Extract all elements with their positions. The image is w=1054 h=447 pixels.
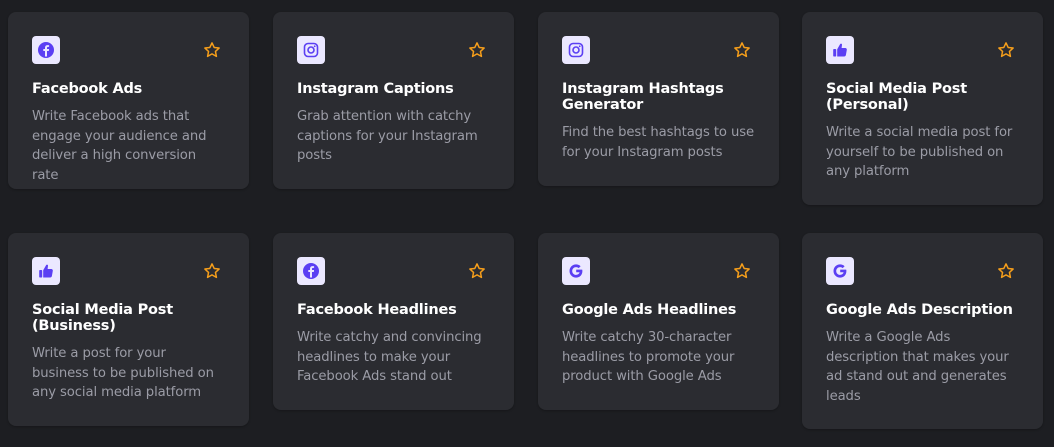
template-card-social-media-personal[interactable]: Social Media Post (Personal) Write a soc… [802, 12, 1043, 205]
card-title: Social Media Post (Personal) [826, 81, 967, 113]
favorite-star-icon[interactable] [202, 40, 222, 60]
favorite-star-icon[interactable] [996, 40, 1016, 60]
card-title: Google Ads Headlines [562, 302, 737, 318]
template-card-google-ads-description[interactable]: Google Ads Description Write a Google Ad… [802, 233, 1043, 429]
favorite-star-icon[interactable] [732, 40, 752, 60]
favorite-star-icon[interactable] [467, 261, 487, 281]
template-card-facebook-ads[interactable]: Facebook Ads Write Facebook ads that eng… [8, 12, 249, 189]
card-title: Facebook Ads [32, 81, 143, 97]
card-description: Write a post for your business to be pub… [32, 346, 214, 400]
card-title: Google Ads Description [826, 302, 1013, 318]
google-icon [562, 257, 590, 285]
favorite-star-icon[interactable] [732, 261, 752, 281]
template-card-instagram-captions[interactable]: Instagram Captions Grab attention with c… [273, 12, 514, 189]
thumbs-up-icon [32, 257, 60, 285]
instagram-icon [297, 36, 325, 64]
template-card-facebook-headlines[interactable]: Facebook Headlines Write catchy and conv… [273, 233, 514, 410]
favorite-star-icon[interactable] [467, 40, 487, 60]
card-title: Social Media Post (Business) [32, 302, 173, 334]
instagram-icon [562, 36, 590, 64]
card-description: Write catchy and convincing headlines to… [297, 330, 482, 384]
card-description: Write a social media post for yourself t… [826, 125, 1013, 179]
template-card-google-ads-headlines[interactable]: Google Ads Headlines Write catchy 30-cha… [538, 233, 779, 410]
card-description: Find the best hashtags to use for your I… [562, 125, 754, 160]
thumbs-up-icon [826, 36, 854, 64]
card-title: Instagram Captions [297, 81, 454, 97]
card-description: Grab attention with catchy captions for … [297, 109, 478, 163]
google-icon [826, 257, 854, 285]
facebook-icon [32, 36, 60, 64]
template-grid: Facebook Ads Write Facebook ads that eng… [0, 0, 1054, 447]
card-description: Write Facebook ads that engage your audi… [32, 109, 207, 183]
card-title: Facebook Headlines [297, 302, 457, 318]
card-description: Write catchy 30-character headlines to p… [562, 330, 735, 384]
template-card-instagram-hashtags[interactable]: Instagram Hashtags Generator Find the be… [538, 12, 779, 186]
facebook-icon [297, 257, 325, 285]
favorite-star-icon[interactable] [202, 261, 222, 281]
favorite-star-icon[interactable] [996, 261, 1016, 281]
card-title: Instagram Hashtags Generator [562, 81, 724, 113]
template-card-social-media-business[interactable]: Social Media Post (Business) Write a pos… [8, 233, 249, 426]
card-description: Write a Google Ads description that make… [826, 330, 1009, 404]
